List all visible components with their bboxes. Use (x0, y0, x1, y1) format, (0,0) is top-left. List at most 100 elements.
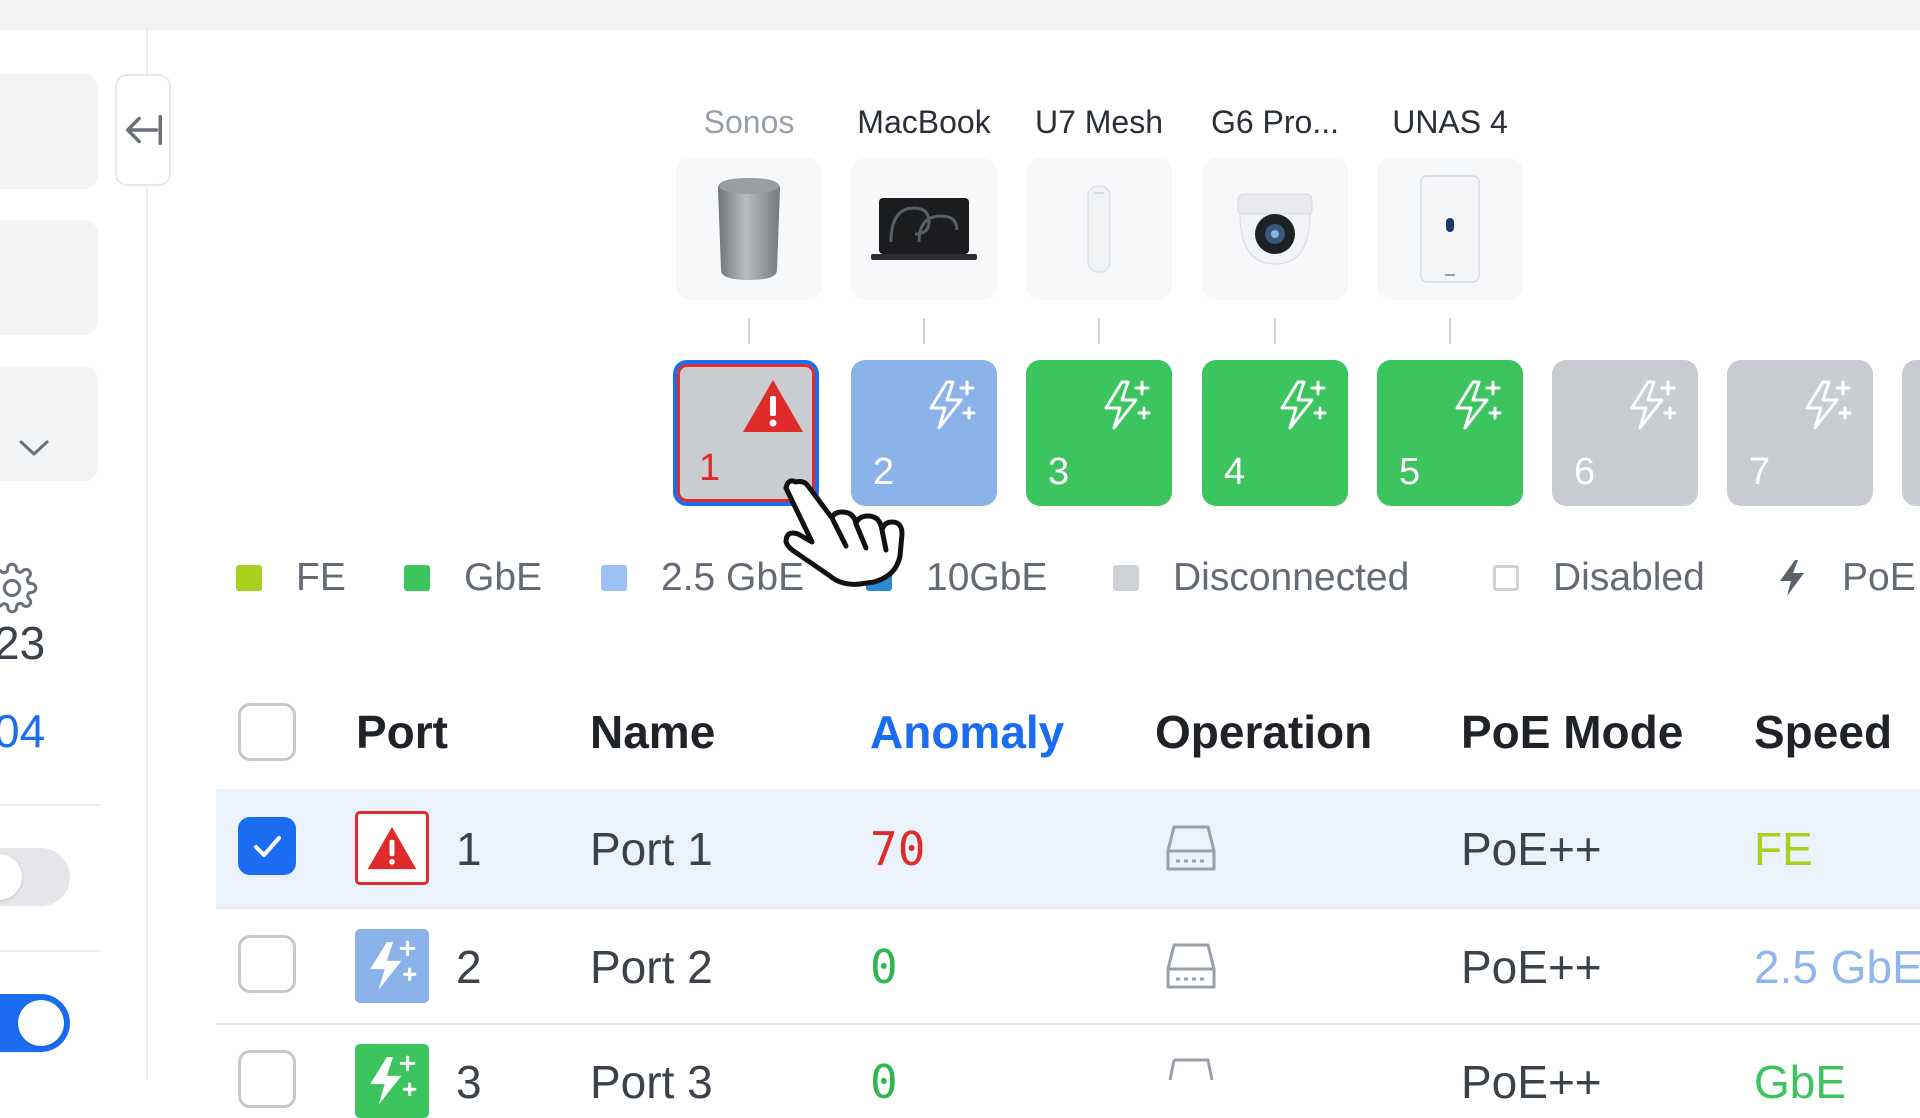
legend-disconnected: Disconnected (1113, 556, 1409, 600)
toggle-switch-on[interactable] (0, 994, 70, 1052)
port-name-cell[interactable]: Port 3 (590, 1055, 713, 1109)
anomaly-cell: 0 (870, 940, 898, 994)
port-status-icon (355, 1044, 429, 1118)
port-tile-6[interactable]: 6 (1552, 360, 1698, 506)
row-checkbox[interactable] (238, 935, 296, 993)
poe-icon (1280, 380, 1327, 430)
toggle-switch-off[interactable] (0, 848, 70, 906)
row-checkbox[interactable] (238, 1050, 296, 1108)
column-header-port[interactable]: Port (356, 705, 448, 759)
port-status-icon (355, 811, 429, 885)
legend-label: GbE (464, 556, 543, 599)
poe-icon (1104, 380, 1151, 430)
legend-label: PoE (1842, 556, 1916, 599)
device-tile-macbook[interactable] (851, 158, 997, 300)
anomaly-cell: 70 (870, 822, 926, 876)
sidebar-number-link[interactable]: 04 (0, 704, 45, 758)
device-tile-g6-pro[interactable] (1202, 158, 1348, 300)
device-tile-unas-4[interactable] (1377, 158, 1523, 300)
device-tile-u7-mesh[interactable] (1026, 158, 1172, 300)
column-header-name[interactable]: Name (590, 705, 715, 759)
poe-mode-cell: PoE++ (1461, 1056, 1602, 1108)
port-number: 6 (1574, 451, 1596, 493)
device-tile-sonos[interactable] (676, 158, 822, 300)
device-label: U7 Mesh (1034, 104, 1164, 140)
device-label: Sonos (703, 104, 795, 140)
sidebar-divider (0, 950, 100, 952)
collapse-left-icon (125, 114, 162, 146)
legend-swatch (404, 565, 430, 591)
port-name-cell[interactable]: Port 1 (590, 822, 713, 876)
nas-icon (1420, 175, 1480, 283)
speed-cell: 2.5 GbE (1754, 941, 1920, 993)
port-number: 1 (699, 447, 721, 489)
legend-gbe: GbE (404, 556, 542, 600)
port-number-cell: 1 (456, 823, 482, 875)
poe-bolt-icon (1780, 560, 1804, 596)
device-label: G6 Pro... (1210, 104, 1340, 140)
connector-line (1098, 318, 1100, 344)
port-status-icon (355, 929, 429, 1003)
port-number: 4 (1224, 451, 1246, 493)
sidebar-number: 23 (0, 617, 46, 669)
device-label: UNAS 4 (1392, 104, 1508, 140)
column-header-anomaly[interactable]: Anomaly (870, 705, 1064, 759)
connector-line (748, 318, 750, 344)
chevron-down-icon[interactable] (18, 438, 50, 458)
port-tile-3[interactable]: 3 (1026, 360, 1172, 506)
ethernet-port-icon (1166, 943, 1216, 989)
legend-label: 10GbE (926, 556, 1048, 599)
top-bar (0, 0, 1920, 30)
poe-mode-cell: PoE++ (1461, 823, 1602, 875)
port-tile-7[interactable]: 7 (1727, 360, 1873, 506)
port-tile-5[interactable]: 5 (1377, 360, 1523, 506)
poe-icon (370, 1055, 417, 1105)
port-name-cell[interactable]: Port 2 (590, 940, 713, 994)
legend-label: FE (296, 556, 346, 599)
port-number-cell: 3 (456, 1056, 482, 1108)
row-checkbox[interactable] (238, 817, 296, 875)
macbook-icon (871, 198, 977, 260)
poe-icon (1630, 380, 1677, 430)
connector-line (1449, 318, 1451, 344)
sidebar-dropdown[interactable] (0, 366, 98, 481)
port-number: 3 (1048, 451, 1070, 493)
legend-disabled: Disabled (1493, 556, 1705, 600)
poe-icon (1455, 380, 1502, 430)
legend-fe: FE (236, 556, 346, 600)
access-point-icon (1087, 185, 1111, 273)
select-all-checkbox[interactable] (238, 703, 296, 761)
poe-icon (929, 380, 976, 430)
port-number: 7 (1749, 451, 1771, 493)
port-tile-4[interactable]: 4 (1202, 360, 1348, 506)
device-label: MacBook (857, 104, 991, 140)
poe-icon (1805, 380, 1852, 430)
ethernet-port-icon (1166, 825, 1216, 871)
legend-poe: PoE (1776, 556, 1916, 600)
gear-icon[interactable] (0, 562, 38, 614)
speed-cell: FE (1754, 823, 1813, 875)
sidebar-divider (0, 804, 100, 806)
legend-label: Disabled (1553, 556, 1705, 599)
warning-icon (743, 380, 803, 432)
anomaly-cell: 0 (870, 1055, 898, 1109)
sidebar-item[interactable] (0, 220, 98, 335)
ethernet-port-icon (1168, 1058, 1214, 1080)
sidebar-item[interactable] (0, 74, 98, 189)
warning-icon (367, 826, 417, 870)
port-tile-8-partial[interactable] (1902, 360, 1920, 506)
collapse-sidebar-button[interactable] (115, 74, 171, 186)
legend-swatch (236, 565, 262, 591)
legend-label: Disconnected (1173, 556, 1410, 599)
connector-line (1274, 318, 1276, 344)
column-header-speed[interactable]: Speed (1754, 705, 1892, 759)
port-number: 5 (1399, 451, 1421, 493)
poe-icon (370, 940, 417, 990)
port-number-cell: 2 (456, 941, 482, 993)
column-header-operation[interactable]: Operation (1155, 705, 1372, 759)
speed-cell: GbE (1754, 1056, 1847, 1108)
legend-2-5gbe: 2.5 GbE (601, 556, 804, 600)
dome-camera-icon (1237, 193, 1313, 265)
column-header-poe-mode[interactable]: PoE Mode (1461, 705, 1683, 759)
sonos-speaker-icon (718, 178, 780, 280)
